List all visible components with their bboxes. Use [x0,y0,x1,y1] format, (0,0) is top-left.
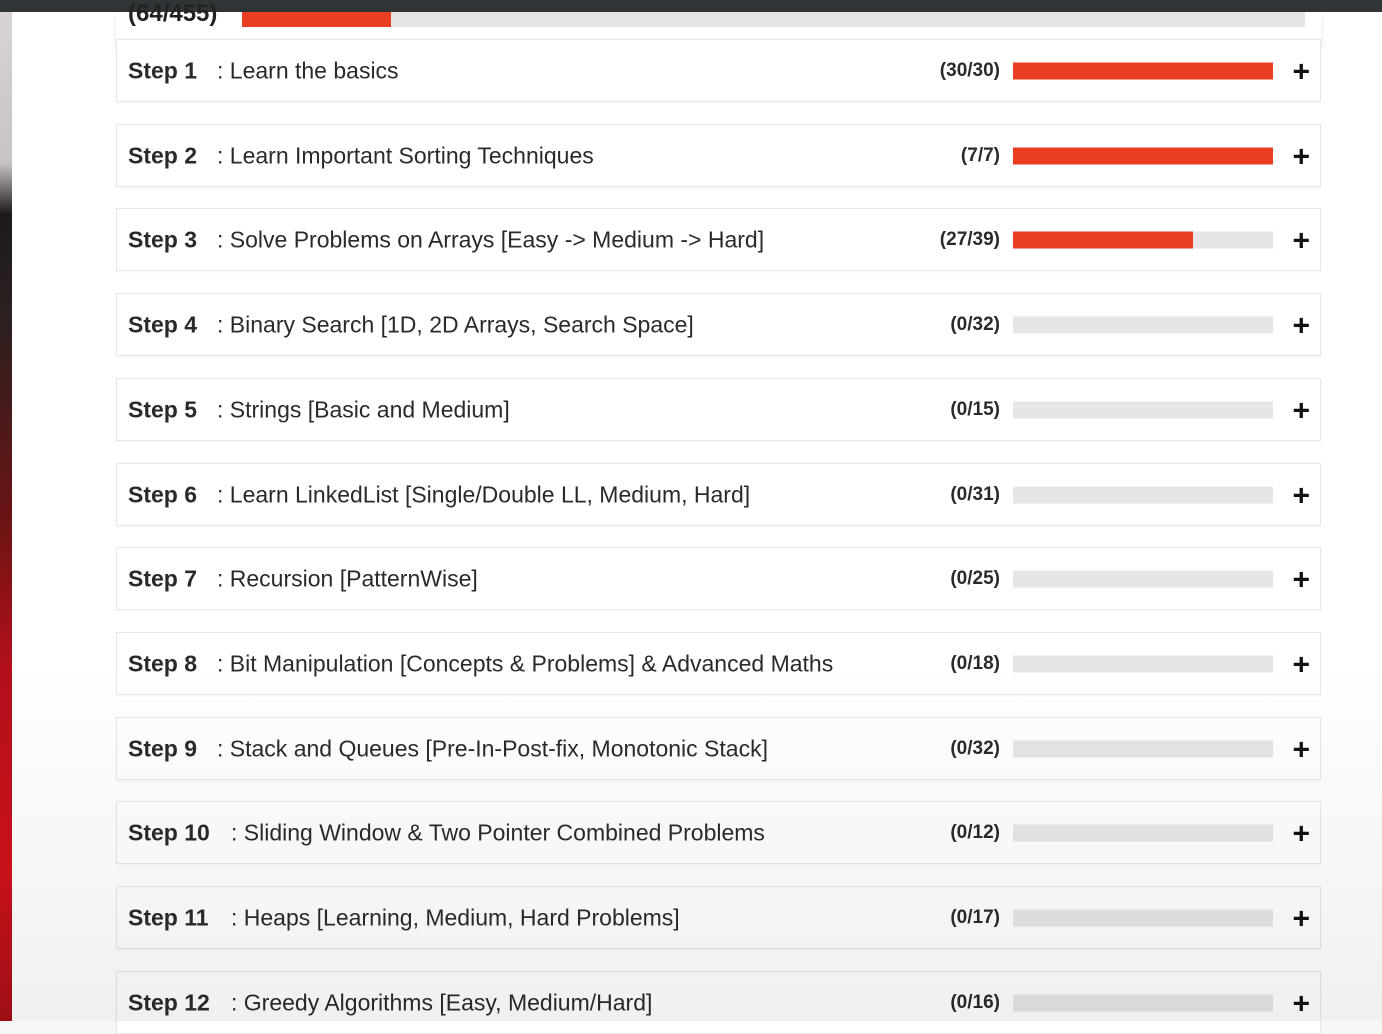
plus-icon[interactable]: + [1292,396,1310,426]
step-progress-count: (0/32) [950,313,1000,335]
video-presenter-edge [0,12,12,1021]
step-progress-count: (0/16) [950,991,1000,1013]
step-progress-count: (27/39) [939,228,1000,250]
step-title[interactable]: : Learn LinkedList [Single/Double LL, Me… [217,481,750,508]
step-progress-count: (0/32) [950,737,1000,759]
step-card[interactable]: Step 9 : Stack and Queues [Pre-In-Post-fi… [116,717,1321,780]
step-progress-count: (0/15) [950,398,1000,420]
step-label: Step 10 [128,819,210,845]
step-progress-bar [1013,570,1273,587]
plus-icon[interactable]: + [1292,819,1310,849]
step-title[interactable]: : Binary Search [1D, 2D Arrays, Search S… [217,311,694,338]
step-card[interactable]: Step 4 : Binary Search [1D, 2D Arrays, Se… [116,293,1321,356]
step-label: Step 2 [128,142,198,168]
step-progress-bar [1013,655,1273,672]
step-label: Step 11 [128,904,209,930]
step-label: Step 1 [128,57,198,83]
step-label: Step 6 [128,481,198,507]
plus-icon[interactable]: + [1292,650,1310,680]
step-progress-count: (0/25) [950,567,1000,589]
plus-icon[interactable]: + [1292,57,1310,87]
step-progress-bar [1013,740,1273,757]
step-card[interactable]: Step 12 : Greedy Algorithms [Easy, Medium… [116,971,1321,1034]
step-label: Step 8 [128,650,198,676]
step-title[interactable]: : Solve Problems on Arrays [Easy -> Medi… [217,226,764,253]
step-card[interactable]: Step 8 : Bit Manipulation [Concepts & Pro… [116,632,1321,695]
step-progress-bar [1013,401,1273,418]
step-card[interactable]: Step 7 : Recursion [PatternWise] (0/25) + [116,547,1321,610]
plus-icon[interactable]: + [1292,226,1310,256]
step-title[interactable]: : Learn the basics [217,57,399,84]
step-progress-count: (0/17) [950,906,1000,928]
step-title[interactable]: : Sliding Window & Two Pointer Combined … [231,819,765,846]
step-card[interactable]: Step 5 : Strings [Basic and Medium] (0/15)… [116,378,1321,441]
step-title[interactable]: : Bit Manipulation [Concepts & Problems]… [217,650,833,677]
step-progress-count: (0/31) [950,483,1000,505]
step-card[interactable]: Step 11 : Heaps [Learning, Medium, Hard P… [116,886,1321,949]
step-progress-count: (0/12) [950,821,1000,843]
step-progress-count: (0/18) [950,652,1000,674]
step-progress-bar [1013,316,1273,333]
step-title[interactable]: : Stack and Queues [Pre-In-Post-fix, Mon… [217,735,768,762]
step-progress-bar [1013,824,1273,841]
step-progress-count: (30/30) [939,59,1000,81]
step-label: Step 7 [128,565,198,591]
plus-icon[interactable]: + [1292,481,1310,511]
step-title[interactable]: : Heaps [Learning, Medium, Hard Problems… [231,904,680,931]
step-progress-bar [1013,909,1273,926]
step-title[interactable]: : Recursion [PatternWise] [217,565,478,592]
step-label: Step 3 [128,226,198,252]
overall-progress-bar [242,12,1305,27]
step-progress-fill [1013,147,1273,164]
step-label: Step 9 [128,735,198,761]
step-card[interactable]: Step 6 : Learn LinkedList [Single/Double … [116,463,1321,526]
plus-icon[interactable]: + [1292,311,1310,341]
step-label: Step 5 [128,396,198,422]
plus-icon[interactable]: + [1292,565,1310,595]
step-card[interactable]: Step 3 : Solve Problems on Arrays [Easy -… [116,208,1321,271]
step-progress-bar [1013,62,1273,79]
step-progress-bar [1013,994,1273,1011]
step-progress-bar [1013,231,1273,248]
plus-icon[interactable]: + [1292,735,1310,765]
step-progress-fill [1013,62,1273,79]
overall-progress-count: (64/455) [128,0,218,27]
plus-icon[interactable]: + [1292,142,1310,172]
step-label: Step 4 [128,311,198,337]
step-progress-bar [1013,486,1273,503]
plus-icon[interactable]: + [1292,989,1310,1019]
step-card[interactable]: Step 10 : Sliding Window & Two Pointer Co… [116,801,1321,864]
step-progress-count: (7/7) [960,144,1000,166]
step-title[interactable]: : Strings [Basic and Medium] [217,396,510,423]
step-title[interactable]: : Greedy Algorithms [Easy, Medium/Hard] [231,989,652,1016]
sheet-page: (64/455) Step 1 : Learn the basics (30/30)… [12,0,1382,1034]
step-label: Step 12 [128,989,210,1015]
step-title[interactable]: : Learn Important Sorting Techniques [217,142,594,169]
overall-progress-fill [242,12,391,27]
step-progress-fill [1013,231,1193,248]
step-card[interactable]: Step 2 : Learn Important Sorting Techniqu… [116,124,1321,187]
step-card[interactable]: Step 1 : Learn the basics (30/30) + [116,39,1321,102]
plus-icon[interactable]: + [1292,904,1310,934]
step-progress-bar [1013,147,1273,164]
